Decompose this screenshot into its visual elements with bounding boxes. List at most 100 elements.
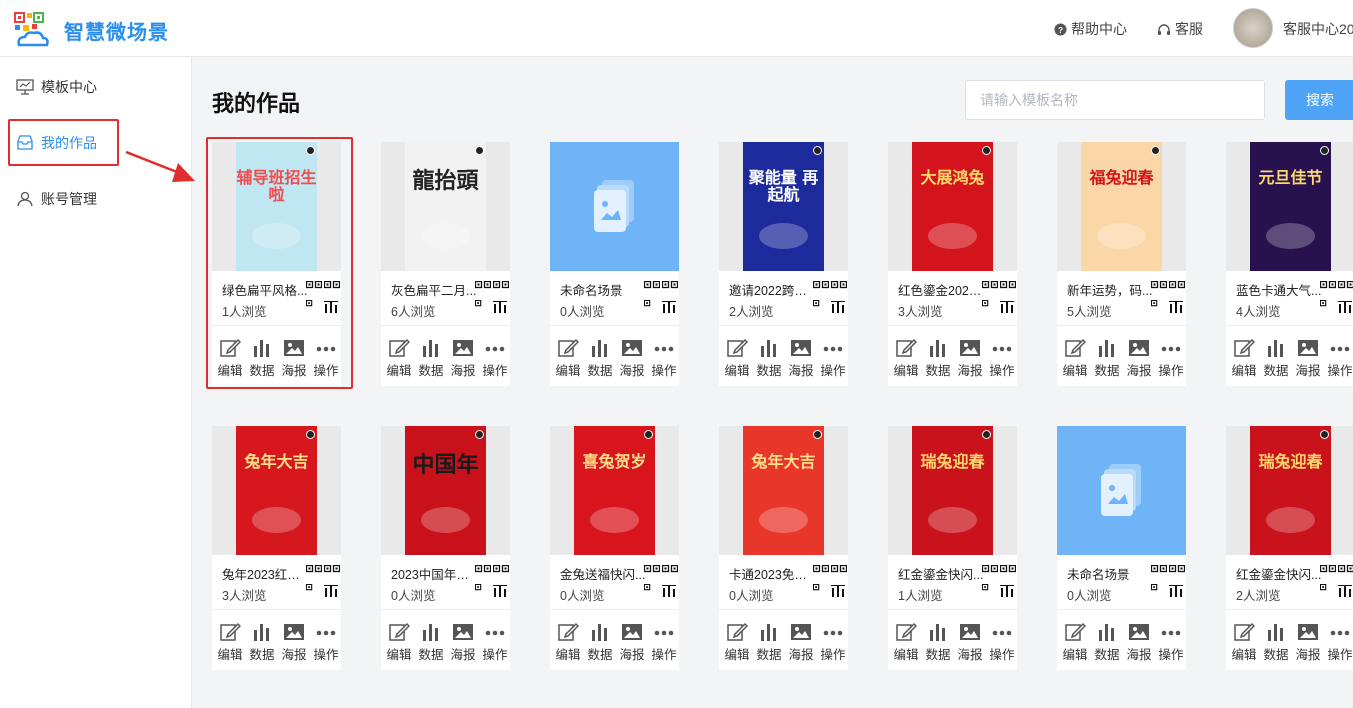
data-button[interactable]: 数据 <box>1260 338 1292 379</box>
more-actions-button[interactable]: 操作 <box>817 338 849 379</box>
edit-button[interactable]: 编辑 <box>1059 622 1091 663</box>
poster-thumbnail[interactable]: 兔年大吉 <box>236 426 317 555</box>
sidebar-item-account[interactable]: 账号管理 <box>16 189 97 209</box>
qr-code-icon[interactable] <box>830 564 848 581</box>
poster-button[interactable]: 海报 <box>1123 622 1155 663</box>
qr-code-icon[interactable] <box>474 564 492 581</box>
data-button[interactable]: 数据 <box>584 622 616 663</box>
customer-service-link[interactable]: 客服 <box>1157 19 1203 39</box>
qr-code-icon[interactable] <box>492 280 510 297</box>
qr-code-icon[interactable] <box>661 280 679 297</box>
edit-button[interactable]: 编辑 <box>1059 338 1091 379</box>
qr-code-icon[interactable] <box>1337 280 1353 297</box>
qr-code-icon[interactable] <box>981 280 999 297</box>
poster-button[interactable]: 海报 <box>785 338 817 379</box>
more-actions-button[interactable]: 操作 <box>1324 338 1353 379</box>
qr-code-icon[interactable] <box>812 564 830 581</box>
sidebar-item-template-center[interactable]: 模板中心 <box>16 77 97 97</box>
card-title[interactable]: 2023中国年免... <box>391 564 477 583</box>
poster-button[interactable]: 海报 <box>954 622 986 663</box>
card-title[interactable]: 红金鎏金快闪... <box>1236 564 1322 583</box>
help-center-link[interactable]: ? 帮助中心 <box>1054 19 1127 39</box>
search-button[interactable]: 搜索 <box>1285 80 1353 120</box>
poster-thumbnail[interactable]: 瑞兔迎春 <box>912 426 993 555</box>
card-title[interactable]: 邀请2022跨年... <box>729 280 815 299</box>
search-input[interactable] <box>965 80 1265 120</box>
more-actions-button[interactable]: 操作 <box>648 622 680 663</box>
user-name[interactable]: 客服中心20 <box>1283 19 1353 39</box>
data-button[interactable]: 数据 <box>922 338 954 379</box>
data-button[interactable]: 数据 <box>1260 622 1292 663</box>
data-button[interactable]: 数据 <box>753 338 785 379</box>
qr-code-icon[interactable] <box>1319 564 1337 581</box>
poster-button[interactable]: 海报 <box>785 622 817 663</box>
edit-button[interactable]: 编辑 <box>1228 622 1260 663</box>
card-title[interactable]: 兔年2023红色... <box>222 564 308 583</box>
qr-code-icon[interactable] <box>1150 564 1168 581</box>
more-actions-button[interactable]: 操作 <box>310 622 342 663</box>
qr-code-icon[interactable] <box>1150 280 1168 297</box>
poster-thumbnail[interactable]: 喜兔贺岁 <box>574 426 655 555</box>
edit-button[interactable]: 编辑 <box>1228 338 1260 379</box>
qr-code-icon[interactable] <box>999 280 1017 297</box>
card-title[interactable]: 未命名场景 <box>1067 564 1153 583</box>
edit-button[interactable]: 编辑 <box>890 338 922 379</box>
blank-scene-thumbnail[interactable] <box>550 142 679 271</box>
qr-code-icon[interactable] <box>1319 280 1337 297</box>
poster-thumbnail[interactable]: 中国年 <box>405 426 486 555</box>
card-title[interactable]: 灰色扁平二月... <box>391 280 477 299</box>
qr-code-icon[interactable] <box>643 280 661 297</box>
card-title[interactable]: 金兔送福快闪... <box>560 564 646 583</box>
edit-button[interactable]: 编辑 <box>721 338 753 379</box>
qr-code-icon[interactable] <box>643 564 661 581</box>
more-actions-button[interactable]: 操作 <box>1155 338 1187 379</box>
edit-button[interactable]: 编辑 <box>552 338 584 379</box>
card-title[interactable]: 蓝色卡通大气... <box>1236 280 1322 299</box>
card-title[interactable]: 卡通2023免年... <box>729 564 815 583</box>
more-actions-button[interactable]: 操作 <box>479 622 511 663</box>
poster-thumbnail[interactable]: 元旦佳节 <box>1250 142 1331 271</box>
edit-button[interactable]: 编辑 <box>721 622 753 663</box>
poster-thumbnail[interactable]: 瑞兔迎春 <box>1250 426 1331 555</box>
edit-button[interactable]: 编辑 <box>383 622 415 663</box>
qr-code-icon[interactable] <box>812 280 830 297</box>
edit-button[interactable]: 编辑 <box>214 622 246 663</box>
poster-thumbnail[interactable]: 龍抬頭 <box>405 142 486 271</box>
data-button[interactable]: 数据 <box>415 622 447 663</box>
qr-code-icon[interactable] <box>830 280 848 297</box>
data-button[interactable]: 数据 <box>1091 338 1123 379</box>
edit-button[interactable]: 编辑 <box>890 622 922 663</box>
qr-code-icon[interactable] <box>323 564 341 581</box>
data-button[interactable]: 数据 <box>1091 622 1123 663</box>
poster-button[interactable]: 海报 <box>616 338 648 379</box>
poster-button[interactable]: 海报 <box>1292 622 1324 663</box>
more-actions-button[interactable]: 操作 <box>1324 622 1353 663</box>
poster-button[interactable]: 海报 <box>447 338 479 379</box>
poster-thumbnail[interactable]: 福兔迎春 <box>1081 142 1162 271</box>
poster-button[interactable]: 海报 <box>1123 338 1155 379</box>
data-button[interactable]: 数据 <box>415 338 447 379</box>
poster-button[interactable]: 海报 <box>278 622 310 663</box>
card-title[interactable]: 红金鎏金快闪... <box>898 564 984 583</box>
data-button[interactable]: 数据 <box>753 622 785 663</box>
user-avatar[interactable] <box>1233 8 1273 48</box>
poster-button[interactable]: 海报 <box>954 338 986 379</box>
card-title[interactable]: 红色鎏金2023... <box>898 280 984 299</box>
poster-thumbnail[interactable]: 大展鸿兔 <box>912 142 993 271</box>
poster-button[interactable]: 海报 <box>447 622 479 663</box>
qr-code-icon[interactable] <box>305 564 323 581</box>
qr-code-icon[interactable] <box>492 564 510 581</box>
data-button[interactable]: 数据 <box>922 622 954 663</box>
data-button[interactable]: 数据 <box>246 622 278 663</box>
qr-code-icon[interactable] <box>999 564 1017 581</box>
more-actions-button[interactable]: 操作 <box>986 622 1018 663</box>
card-title[interactable]: 新年运势，码... <box>1067 280 1153 299</box>
edit-button[interactable]: 编辑 <box>383 338 415 379</box>
qr-code-icon[interactable] <box>981 564 999 581</box>
qr-code-icon[interactable] <box>1168 564 1186 581</box>
card-title[interactable]: 未命名场景 <box>560 280 646 299</box>
poster-thumbnail[interactable]: 聚能量 再起航 <box>743 142 824 271</box>
blank-scene-thumbnail[interactable] <box>1057 426 1186 555</box>
qr-code-icon[interactable] <box>474 280 492 297</box>
poster-button[interactable]: 海报 <box>616 622 648 663</box>
